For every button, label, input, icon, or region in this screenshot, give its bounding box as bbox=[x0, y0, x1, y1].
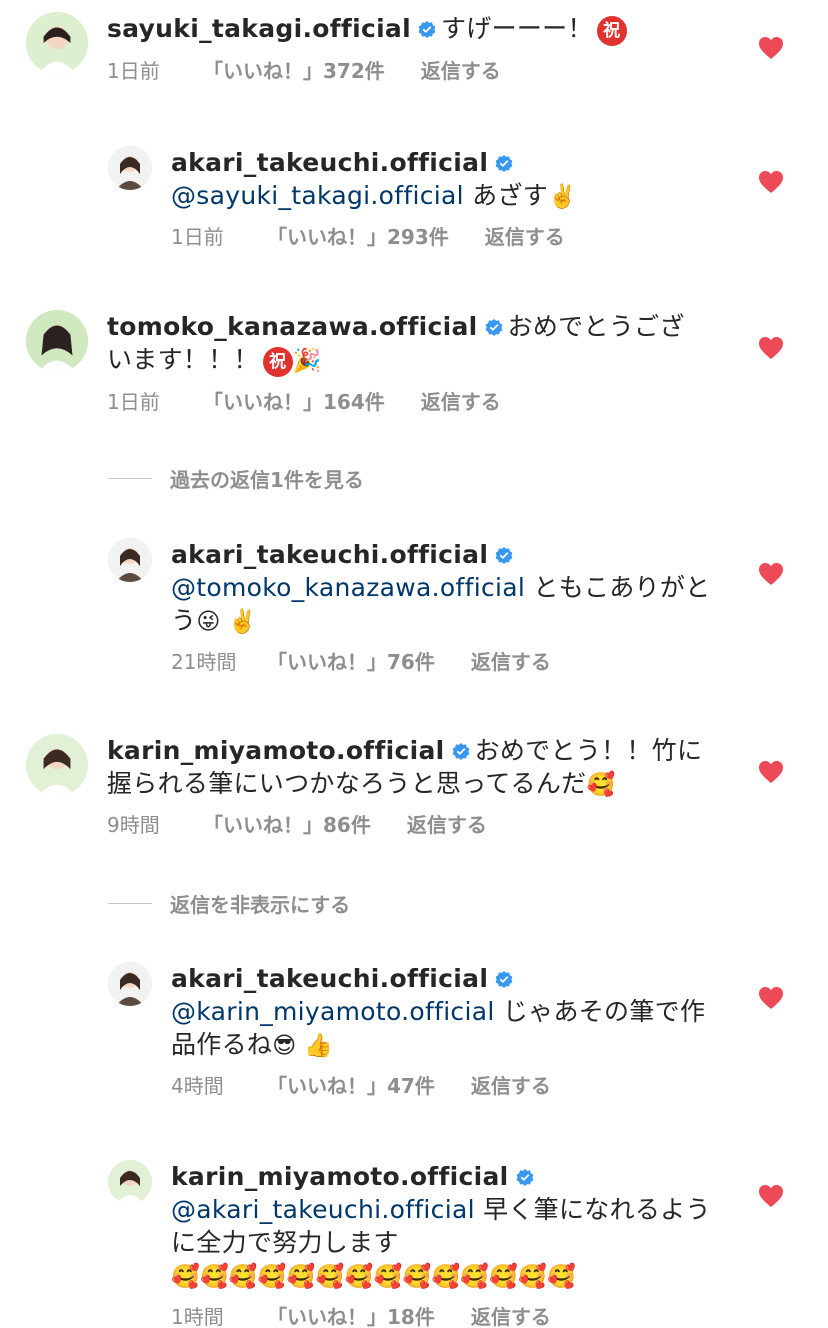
avatar[interactable] bbox=[26, 12, 88, 74]
username[interactable]: karin_miyamoto.official bbox=[107, 736, 445, 765]
hide-replies-toggle[interactable]: 返信を非表示にする bbox=[108, 889, 350, 918]
avatar[interactable] bbox=[108, 1160, 152, 1204]
username[interactable]: karin_miyamoto.official bbox=[171, 1162, 509, 1191]
heart-icon[interactable] bbox=[758, 36, 784, 60]
likes-count[interactable]: 「いいね！」164件 bbox=[203, 389, 385, 415]
likes-count[interactable]: 「いいね！」76件 bbox=[267, 649, 435, 675]
reply-button[interactable]: 返信する bbox=[471, 1304, 551, 1328]
comment-body: akari_takeuchi.official @tomoko_kanazawa… bbox=[171, 538, 721, 675]
verified-badge-icon bbox=[516, 1169, 533, 1186]
comment-text: すげーーー！ bbox=[440, 14, 593, 43]
party-popper-emoji-icon: 🎉 bbox=[292, 348, 322, 374]
comment-body: akari_takeuchi.official @karin_miyamoto.… bbox=[171, 962, 721, 1099]
verified-badge-icon bbox=[418, 21, 436, 38]
reply-button[interactable]: 返信する bbox=[471, 649, 551, 675]
reply-button[interactable]: 返信する bbox=[421, 58, 501, 84]
username[interactable]: akari_takeuchi.official bbox=[171, 148, 488, 177]
heart-icon[interactable] bbox=[758, 336, 784, 360]
mention-link[interactable]: @sayuki_takagi.official bbox=[171, 181, 464, 210]
celebration-badge-icon: 祝 bbox=[596, 16, 627, 46]
comment-body: tomoko_kanazawa.official おめでとうございます！！！祝 🎉 … bbox=[107, 310, 707, 415]
comment-body: karin_miyamoto.official おめでとう！！竹に握られる筆にいつ… bbox=[107, 734, 707, 838]
avatar[interactable] bbox=[108, 962, 152, 1006]
toggle-label: 過去の返信1件を見る bbox=[170, 468, 364, 492]
comment-time: 1日前 bbox=[171, 225, 224, 249]
comment-body: akari_takeuchi.official @sayuki_takagi.o… bbox=[171, 146, 721, 250]
likes-count[interactable]: 「いいね！」86件 bbox=[203, 812, 371, 838]
victory-hand-emoji-icon: ✌️ bbox=[548, 184, 577, 210]
toggle-label: 返信を非表示にする bbox=[170, 893, 351, 917]
comment-thread: sayuki_takagi.official すげーーー！祝 1日前 「いいね！」… bbox=[0, 0, 828, 1328]
username[interactable]: tomoko_kanazawa.official bbox=[107, 312, 478, 341]
reply-button[interactable]: 返信する bbox=[485, 224, 565, 250]
comment-time: 21時間 bbox=[171, 650, 237, 674]
likes-count[interactable]: 「いいね！」293件 bbox=[267, 224, 449, 250]
verified-badge-icon bbox=[452, 743, 469, 760]
avatar[interactable] bbox=[108, 538, 152, 582]
winking-tongue-emoji-icon: 😜 ✌️ bbox=[196, 609, 258, 635]
verified-badge-icon bbox=[485, 319, 502, 336]
verified-badge-icon bbox=[495, 547, 513, 564]
heart-icon[interactable] bbox=[758, 1184, 784, 1208]
sunglasses-thumbs-up-emoji-icon: 😎 👍 bbox=[272, 1033, 334, 1059]
comment-body: sayuki_takagi.official すげーーー！祝 1日前 「いいね！」… bbox=[107, 12, 707, 84]
likes-count[interactable]: 「いいね！」372件 bbox=[203, 58, 385, 84]
celebration-badge-icon: 祝 bbox=[262, 347, 293, 377]
username[interactable]: sayuki_takagi.official bbox=[107, 14, 411, 43]
verified-badge-icon bbox=[495, 155, 513, 172]
mention-link[interactable]: @akari_takeuchi.official bbox=[171, 1195, 475, 1224]
view-replies-toggle[interactable]: 過去の返信1件を見る bbox=[108, 464, 364, 493]
heart-icon[interactable] bbox=[758, 986, 784, 1010]
divider bbox=[108, 903, 152, 904]
comment-time: 4時間 bbox=[171, 1074, 224, 1098]
likes-count[interactable]: 「いいね！」47件 bbox=[267, 1073, 435, 1099]
mention-link[interactable]: @karin_miyamoto.official bbox=[171, 997, 495, 1026]
avatar[interactable] bbox=[108, 146, 152, 190]
smiling-hearts-emoji-icon: 🥰🥰🥰🥰🥰🥰🥰🥰🥰🥰🥰🥰🥰🥰 bbox=[171, 1264, 577, 1290]
comment-text: あざす bbox=[472, 181, 549, 210]
comment-time: 9時間 bbox=[107, 813, 160, 837]
verified-badge-icon bbox=[495, 971, 513, 988]
username[interactable]: akari_takeuchi.official bbox=[171, 540, 488, 569]
comment-body: karin_miyamoto.official @akari_takeuchi.… bbox=[171, 1160, 721, 1328]
smiling-hearts-emoji-icon: 🥰 bbox=[586, 772, 616, 798]
mention-link[interactable]: @tomoko_kanazawa.official bbox=[171, 573, 525, 602]
heart-icon[interactable] bbox=[758, 562, 784, 586]
avatar[interactable] bbox=[26, 310, 88, 372]
avatar[interactable] bbox=[26, 734, 88, 796]
comment-time: 1日前 bbox=[107, 390, 160, 414]
comment-time: 1時間 bbox=[171, 1305, 224, 1328]
username[interactable]: akari_takeuchi.official bbox=[171, 964, 488, 993]
likes-count[interactable]: 「いいね！」18件 bbox=[267, 1304, 435, 1328]
reply-button[interactable]: 返信する bbox=[471, 1073, 551, 1099]
reply-button[interactable]: 返信する bbox=[407, 812, 487, 838]
heart-icon[interactable] bbox=[758, 170, 784, 194]
heart-icon[interactable] bbox=[758, 760, 784, 784]
comment-time: 1日前 bbox=[107, 59, 160, 83]
reply-button[interactable]: 返信する bbox=[421, 389, 501, 415]
divider bbox=[108, 478, 152, 479]
